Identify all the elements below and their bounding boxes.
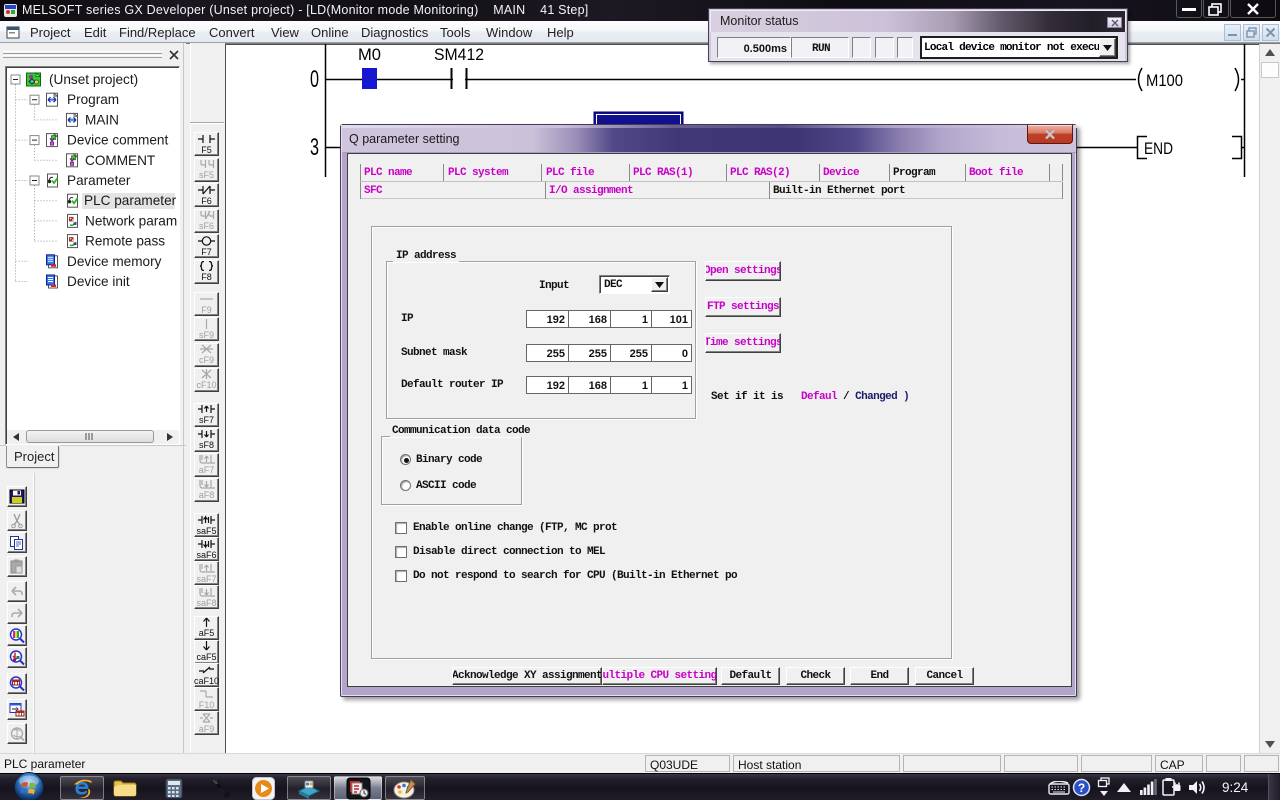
svg-text:END: END <box>1144 139 1173 158</box>
svg-text:Device comment: Device comment <box>67 133 168 148</box>
svg-text:M100: M100 <box>1146 71 1183 90</box>
svg-text:Device memory: Device memory <box>67 254 162 269</box>
svg-text:(Unset project): (Unset project) <box>49 72 138 87</box>
svg-text:?: ? <box>1078 781 1085 795</box>
svg-text:3: 3 <box>310 134 319 161</box>
svg-text:0: 0 <box>310 66 319 93</box>
svg-text:Remote pass: Remote pass <box>85 234 165 249</box>
svg-text:Parameter: Parameter <box>67 173 131 188</box>
svg-text:M0: M0 <box>358 45 381 64</box>
svg-text:Network param: Network param <box>85 213 177 228</box>
svg-text:SM412: SM412 <box>434 45 484 64</box>
svg-text:MAIN: MAIN <box>85 112 119 127</box>
svg-text:PLC parameter: PLC parameter <box>84 193 177 208</box>
svg-text:COMMENT: COMMENT <box>85 153 155 168</box>
svg-text:Program: Program <box>67 92 119 107</box>
svg-text:Device init: Device init <box>67 274 130 289</box>
